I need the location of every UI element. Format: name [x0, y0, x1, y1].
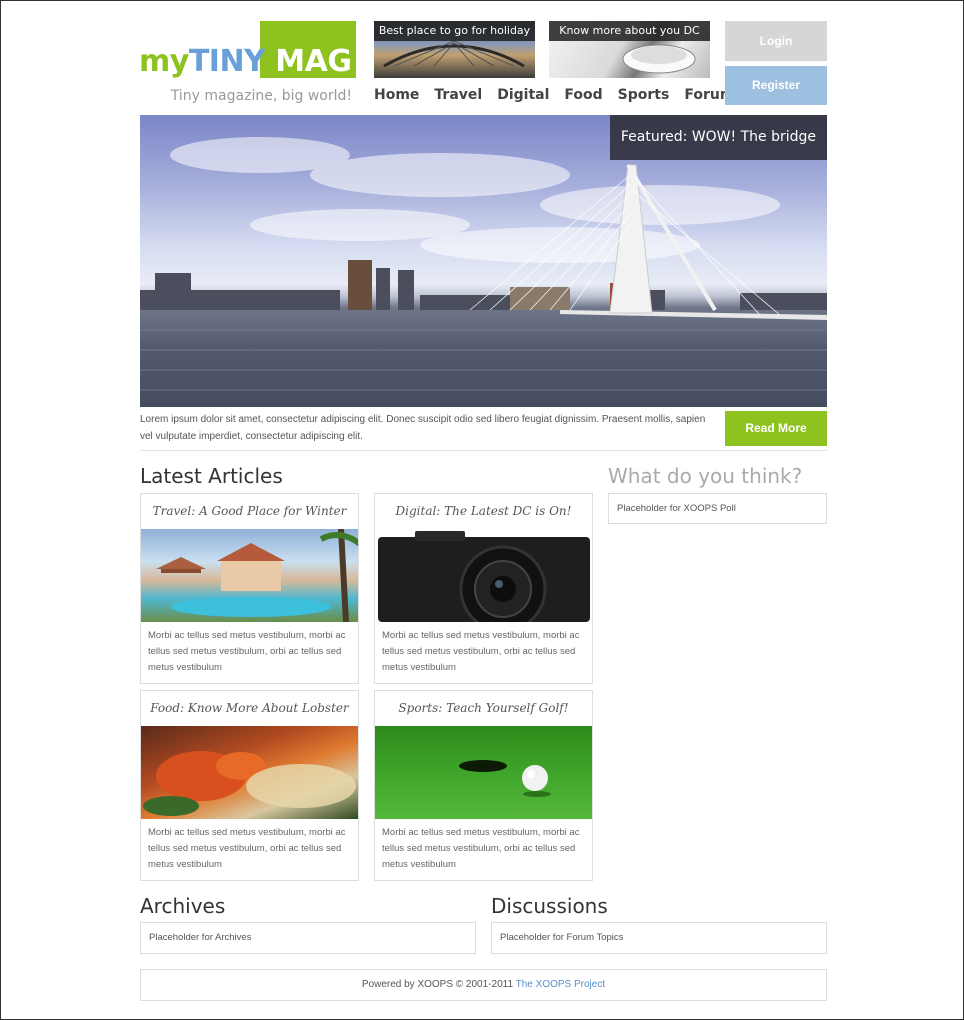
article-title[interactable]: Digital: The Latest DC is On!	[375, 494, 592, 529]
dc-thumbnail-caption: Know more about you DC	[549, 21, 710, 41]
article-title[interactable]: Food: Know More About Lobster	[141, 691, 358, 726]
nav-sports[interactable]: Sports	[618, 87, 670, 103]
featured-hero[interactable]: Featured: WOW! The bridge	[140, 115, 827, 407]
article-card-digital[interactable]: Digital: The Latest DC is On! Morbi ac t…	[374, 493, 593, 684]
login-button[interactable]: Login	[725, 21, 827, 61]
holiday-thumbnail[interactable]: Best place to go for holiday	[374, 21, 535, 78]
footer-text: Powered by XOOPS © 2001-2011	[361, 979, 514, 990]
article-title[interactable]: Sports: Teach Yourself Golf!	[375, 691, 592, 726]
discussions-box: Placeholder for Forum Topics	[491, 922, 827, 954]
camera-image[interactable]	[375, 529, 592, 622]
article-excerpt: Morbi ac tellus sed metus vestibulum, mo…	[148, 630, 346, 673]
read-more-button[interactable]: Read More	[725, 411, 827, 446]
featured-caption[interactable]: Featured: WOW! The bridge	[609, 115, 827, 160]
nav-digital[interactable]: Digital	[497, 87, 549, 103]
site-logo[interactable]: myTINY MAG	[139, 44, 352, 79]
resort-illustration	[156, 529, 358, 622]
holiday-thumbnail-caption: Best place to go for holiday	[374, 21, 535, 41]
logo-part-mag: MAG	[275, 44, 352, 79]
site-tagline: Tiny magazine, big world!	[170, 88, 352, 104]
dc-thumbnail[interactable]: Know more about you DC	[549, 21, 710, 78]
poll-heading: What do you think?	[608, 464, 803, 488]
logo-part-my: my	[139, 44, 189, 79]
article-excerpt: Morbi ac tellus sed metus vestibulum, mo…	[382, 630, 580, 673]
golf-illustration	[459, 760, 551, 797]
latest-articles-heading: Latest Articles	[140, 464, 283, 488]
main-navigation: Home Travel Digital Food Sports Forum	[374, 87, 734, 103]
register-button[interactable]: Register	[725, 66, 827, 105]
hero-summary: Lorem ipsum dolor sit amet, consectetur …	[140, 414, 706, 442]
article-excerpt: Morbi ac tellus sed metus vestibulum, mo…	[382, 827, 580, 870]
camera-illustration	[378, 531, 590, 622]
lobster-illustration	[143, 751, 356, 816]
xoops-project-link[interactable]: The XOOPS Project	[516, 979, 605, 990]
nav-home[interactable]: Home	[374, 87, 419, 103]
logo-part-tiny: TINY	[188, 44, 266, 79]
article-card-travel[interactable]: Travel: A Good Place for Winter Morbi ac…	[140, 493, 359, 684]
article-card-food[interactable]: Food: Know More About Lobster Morbi ac t…	[140, 690, 359, 881]
golf-image[interactable]	[375, 726, 592, 819]
resort-pool-image[interactable]	[141, 529, 358, 622]
poll-box: Placeholder for XOOPS Poll	[608, 493, 827, 524]
discussions-heading: Discussions	[491, 894, 608, 918]
section-divider	[140, 450, 827, 451]
archives-box: Placeholder for Archives	[140, 922, 476, 954]
archives-heading: Archives	[140, 894, 226, 918]
nav-food[interactable]: Food	[564, 87, 602, 103]
lobster-image[interactable]	[141, 726, 358, 819]
nav-travel[interactable]: Travel	[434, 87, 482, 103]
article-excerpt: Morbi ac tellus sed metus vestibulum, mo…	[148, 827, 346, 870]
article-card-sports[interactable]: Sports: Teach Yourself Golf! Morbi ac te…	[374, 690, 593, 881]
site-footer: Powered by XOOPS © 2001-2011 The XOOPS P…	[140, 969, 827, 1001]
article-title[interactable]: Travel: A Good Place for Winter	[141, 494, 358, 529]
